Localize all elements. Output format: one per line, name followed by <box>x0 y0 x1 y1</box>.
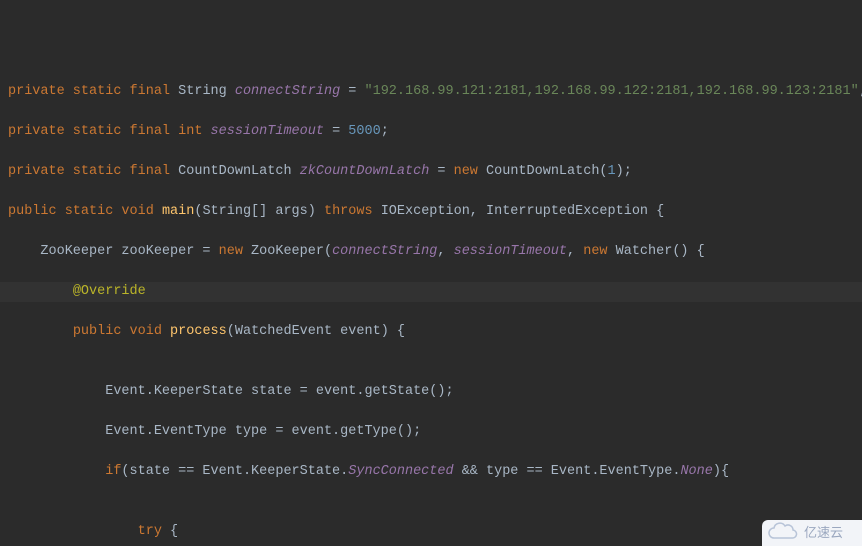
code-line: ZooKeeper zooKeeper = new ZooKeeper(conn… <box>8 242 854 262</box>
cloud-icon: 亿速云 <box>766 522 858 544</box>
code-line: @Override <box>8 282 854 302</box>
code-line: Event.EventType type = event.getType(); <box>8 422 854 442</box>
code-line: public void process(WatchedEvent event) … <box>8 322 854 342</box>
code-line: if(state == Event.KeeperState.SyncConnec… <box>8 462 854 482</box>
svg-text:亿速云: 亿速云 <box>804 525 843 540</box>
code-line: private static final int sessionTimeout … <box>8 122 854 142</box>
code-line: private static final CountDownLatch zkCo… <box>8 162 854 182</box>
code-line: try { <box>8 522 854 542</box>
code-line: private static final String connectStrin… <box>8 82 854 102</box>
code-line: public static void main(String[] args) t… <box>8 202 854 222</box>
code-line: Event.KeeperState state = event.getState… <box>8 382 854 402</box>
code-editor: private static final String connectStrin… <box>0 0 862 546</box>
brand-watermark: 亿速云 <box>762 520 862 546</box>
